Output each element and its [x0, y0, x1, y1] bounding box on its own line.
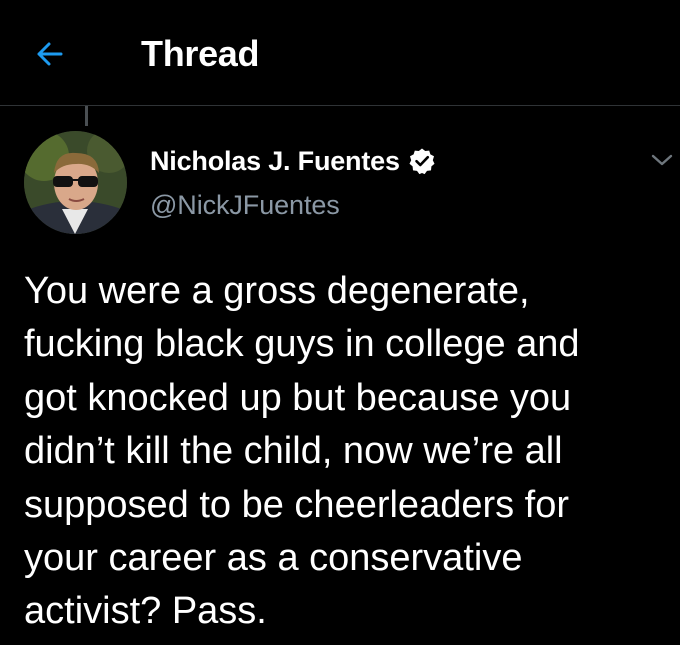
- more-options-button[interactable]: [648, 150, 676, 170]
- thread-header: Thread: [0, 0, 680, 106]
- author-handle[interactable]: @NickJFuentes: [150, 190, 340, 221]
- tweet-body-text: You were a gross degenerate, fucking bla…: [24, 270, 580, 633]
- arrow-left-icon: [37, 42, 63, 66]
- profile-photo: [24, 131, 127, 234]
- author-name-row[interactable]: Nicholas J. Fuentes: [150, 143, 436, 179]
- author-display-name: Nicholas J. Fuentes: [150, 145, 400, 176]
- avatar[interactable]: [24, 131, 127, 234]
- verified-badge-icon: [408, 147, 436, 175]
- page-title: Thread: [141, 33, 260, 74]
- chevron-down-icon: [651, 154, 673, 166]
- back-button[interactable]: [30, 34, 70, 74]
- thread-connector-line: [85, 106, 88, 126]
